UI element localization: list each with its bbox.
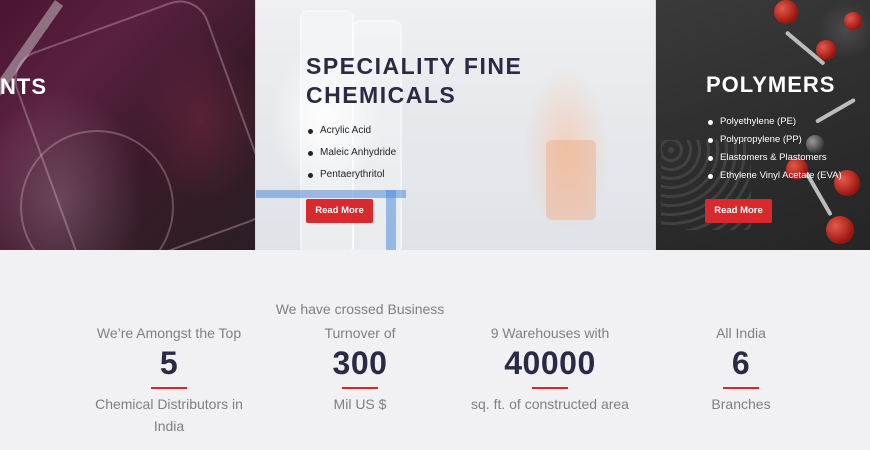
stat-caption: Branches [711,396,771,412]
panel-title: NTS [0,74,47,99]
accent-underline [723,387,759,389]
test-tube-rack [256,190,406,198]
read-more-button[interactable]: Read More [306,199,373,223]
list-item: Polypropylene (PP) [706,133,842,151]
list-item: Acrylic Acid [306,124,396,146]
stat-turnover: We have crossed Business Turnover of 300… [260,297,460,415]
accent-underline [532,387,568,389]
stat-number: 5 [159,345,179,381]
list-item: Pentaerythritol [306,168,396,190]
stat-caption: All India [716,325,766,341]
product-list: Acrylic Acid Maleic Anhydride Pentaeryth… [306,124,396,190]
molecule-atom [774,0,798,24]
list-item: Elastomers & Plastomers [706,151,842,169]
molecule-atom [844,12,862,30]
panel-title: POLYMERS [706,72,836,97]
stat-number: 40000 [504,345,596,381]
read-more-button[interactable]: Read More [705,199,772,223]
panel-title-line: SPECIALITY FINE [306,53,523,79]
stat-branches: All India 6 Branches [641,321,841,415]
list-item: Ethylene Vinyl Acetate (EVA) [706,169,842,187]
company-stats: We’re Amongst the Top 5 Chemical Distrib… [0,250,870,450]
molecule-atom [826,216,854,244]
stat-top-distributor: We’re Amongst the Top 5 Chemical Distrib… [69,321,269,437]
stat-number: 300 [332,345,388,381]
stat-caption: We’re Amongst the Top [96,325,242,341]
stat-caption: Chemical Distributors in [95,396,243,412]
flask-image [546,140,596,220]
panel-solvents[interactable]: NTS [0,0,255,250]
panel-title-line: CHEMICALS [306,82,457,108]
panel-title: SPECIALITY FINE CHEMICALS [306,52,522,110]
list-item: Maleic Anhydride [306,146,396,168]
panel-speciality-fine-chemicals[interactable]: SPECIALITY FINE CHEMICALS Acrylic Acid M… [256,0,655,250]
stat-caption: India [153,418,185,434]
stat-caption: Mil US $ [333,396,387,412]
product-hero: NTS SPECIALITY FINE CHEMICALS Acrylic Ac… [0,0,870,250]
stat-caption: Turnover of [324,325,396,341]
list-item: Polyethylene (PE) [706,115,842,133]
stat-number: 6 [731,345,751,381]
stat-warehouses: 9 Warehouses with 40000 sq. ft. of const… [450,321,650,415]
accent-underline [151,387,187,389]
test-tube-rack [386,190,396,250]
accent-underline [342,387,378,389]
product-list: Polyethylene (PE) Polypropylene (PP) Ela… [706,115,842,187]
stat-caption: 9 Warehouses with [490,325,610,341]
panel-polymers[interactable]: POLYMERS Polyethylene (PE) Polypropylene… [656,0,870,250]
molecule-atom [816,40,836,60]
stat-caption: sq. ft. of constructed area [471,396,629,412]
stat-caption: We have crossed Business [275,301,445,317]
